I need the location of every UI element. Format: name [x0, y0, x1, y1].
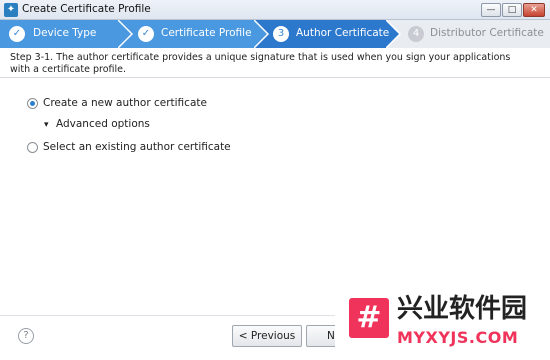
watermark-logo-icon: # — [349, 298, 389, 338]
check-icon: ✓ — [138, 26, 154, 42]
help-icon[interactable]: ? — [18, 328, 34, 344]
watermark-title: 兴业软件园 — [397, 294, 528, 324]
step-label: Distributor Certificate — [430, 27, 544, 39]
select-existing-radio[interactable] — [27, 142, 38, 153]
step-number-3-icon: 3 — [273, 26, 289, 42]
advanced-options-toggle[interactable]: ▾ Advanced options — [44, 118, 150, 130]
step-author-certificate: 3 Author Certificate — [254, 20, 400, 48]
minimize-button[interactable]: — — [481, 3, 501, 17]
step-label: Device Type — [33, 27, 97, 39]
step-label: Certificate Profile — [161, 27, 252, 39]
step-label: Author Certificate — [296, 27, 390, 39]
window-title: Create Certificate Profile — [22, 3, 151, 15]
select-existing-label: Select an existing author certificate — [43, 141, 231, 153]
step-device-type: ✓ Device Type — [0, 20, 132, 48]
previous-button[interactable]: < Previous — [232, 325, 302, 347]
advanced-options-label: Advanced options — [56, 118, 150, 130]
title-bar: ✦ Create Certificate Profile — □ ✕ — [0, 0, 550, 20]
step-description: Step 3-1. The author certificate provide… — [10, 52, 511, 75]
step-certificate-profile: ✓ Certificate Profile — [118, 20, 268, 48]
watermark: # 兴业软件园 MYXYJS.COM — [335, 286, 550, 360]
step-distributor-certificate: 4 Distributor Certificate — [386, 20, 550, 48]
wizard-step-bar: ✓ Device Type ✓ Certificate Profile 3 Au… — [0, 20, 550, 48]
step-number-4-icon: 4 — [408, 26, 424, 42]
step-description-area: Step 3-1. The author certificate provide… — [0, 48, 550, 78]
create-new-label: Create a new author certificate — [43, 97, 207, 109]
watermark-subtitle: MYXYJS.COM — [397, 328, 519, 347]
watermark-logo-glyph: # — [356, 300, 382, 335]
create-new-radio[interactable] — [27, 98, 38, 109]
check-icon: ✓ — [9, 26, 25, 42]
chevron-down-icon: ▾ — [44, 120, 49, 130]
maximize-button[interactable]: □ — [502, 3, 522, 17]
close-button[interactable]: ✕ — [523, 3, 545, 17]
app-icon: ✦ — [4, 3, 18, 17]
